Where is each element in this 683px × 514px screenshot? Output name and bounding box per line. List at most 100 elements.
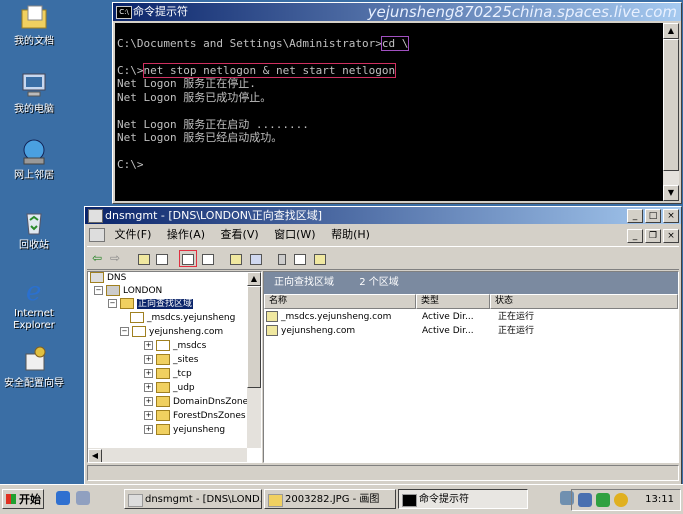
scroll-up-icon[interactable]: ▲ <box>663 23 679 39</box>
child-restore-button[interactable]: ❐ <box>645 229 661 243</box>
taskbar-button-paint[interactable]: 2003282.JPG - 画图 <box>264 489 396 509</box>
vertical-scrollbar[interactable]: ▲ <box>247 272 261 448</box>
tree-node-forward-zones[interactable]: − 正向查找区域 <box>108 298 194 311</box>
tree-node-dns[interactable]: DNS <box>90 272 126 285</box>
tree-node-zone-msdcs[interactable]: _msdcs.yejunsheng <box>130 312 235 325</box>
tree-node-child[interactable]: + _msdcs <box>144 340 206 353</box>
zone-icon <box>156 340 170 351</box>
folder-icon <box>156 368 170 379</box>
scroll-up-icon[interactable]: ▲ <box>247 272 261 286</box>
vertical-scrollbar[interactable]: ▲ ▼ <box>663 23 679 201</box>
taskbar-button-label: 命令提示符 <box>419 494 469 505</box>
menu-view[interactable]: 查看(V) <box>221 228 259 241</box>
tree-node-child[interactable]: + _udp <box>144 382 195 395</box>
expand-icon[interactable]: + <box>144 355 153 364</box>
desktop-icon-internet-explorer[interactable]: e Internet Explorer <box>2 274 66 332</box>
window-titlebar[interactable]: C:\ 命令提示符 yejunsheng870225china.spaces.l… <box>113 3 681 21</box>
menu-file[interactable]: 文件(F) <box>115 228 152 241</box>
console-tree[interactable]: DNS − LONDON − 正向查找区域 _msdcs.yejunsheng − y… <box>87 271 262 463</box>
window-titlebar[interactable]: dnsmgmt - [DNS\LONDON\正向查找区域] _ □ × <box>85 207 681 224</box>
desktop-icon-label: 网上邻居 <box>14 170 54 181</box>
desktop-icon-label: 回收站 <box>19 240 49 251</box>
start-button[interactable]: 开始 <box>2 489 44 509</box>
computer-icon <box>18 70 50 102</box>
show-desktop-icon[interactable] <box>76 491 90 505</box>
security-shield-icon[interactable] <box>614 493 628 507</box>
expand-icon[interactable]: + <box>144 425 153 434</box>
collapse-icon[interactable]: − <box>120 327 129 336</box>
close-button[interactable]: × <box>663 209 679 223</box>
zone-icon <box>130 312 144 323</box>
expand-icon[interactable]: + <box>144 383 153 392</box>
details-pane[interactable]: 正向查找区域 2 个区域 名称 类型 状态 _msdcs.yejunsheng.… <box>263 271 679 463</box>
tree-node-child[interactable]: + _sites <box>144 354 198 367</box>
clock[interactable]: 13:11 <box>645 490 674 510</box>
help-button[interactable] <box>227 250 245 267</box>
desktop-icon-my-documents[interactable]: 我的文档 <box>2 2 66 48</box>
properties-button[interactable] <box>247 250 265 267</box>
table-row[interactable]: _msdcs.yejunsheng.com Active Dir... 正在运行 <box>266 310 534 324</box>
command-prompt-window[interactable]: C:\ 命令提示符 yejunsheng870225china.spaces.l… <box>112 2 682 204</box>
paint-icon <box>268 494 283 507</box>
back-button[interactable]: ⇦ <box>91 250 109 267</box>
network-connection-icon[interactable] <box>578 493 592 507</box>
expand-icon[interactable]: + <box>144 369 153 378</box>
details-count: 2 个区域 <box>359 277 399 288</box>
expand-icon[interactable]: + <box>144 397 153 406</box>
export-list-button[interactable] <box>199 250 217 267</box>
up-one-level-button[interactable] <box>135 250 153 267</box>
volume-icon[interactable] <box>596 493 610 507</box>
scroll-down-icon[interactable]: ▼ <box>663 185 679 201</box>
system-tray: 13:11 <box>571 489 681 511</box>
console-line: Net Logon 服务正在停止. <box>117 77 256 90</box>
column-header-name[interactable]: 名称 <box>264 294 416 309</box>
console-prompt: C:\Documents and Settings\Administrator> <box>117 36 382 50</box>
menu-window[interactable]: 窗口(W) <box>274 228 315 241</box>
child-close-button[interactable]: × <box>663 229 679 243</box>
scroll-thumb[interactable] <box>663 39 679 171</box>
child-minimize-button[interactable]: _ <box>627 229 643 243</box>
minimize-button[interactable]: _ <box>627 209 643 223</box>
expand-icon[interactable]: + <box>144 341 153 350</box>
desktop-icon-network[interactable]: 网上邻居 <box>2 136 66 182</box>
taskbar-button-dnsmgmt[interactable]: dnsmgmt - [DNS\LOND... <box>124 489 262 509</box>
scroll-thumb[interactable] <box>247 286 261 388</box>
dns-manager-window[interactable]: dnsmgmt - [DNS\LONDON\正向查找区域] _ □ × 文件(F… <box>84 206 682 486</box>
dns-icon <box>88 209 103 223</box>
tree-node-child[interactable]: + ForestDnsZones <box>144 410 246 423</box>
show-hide-tree-button[interactable] <box>153 250 171 267</box>
menu-action[interactable]: 操作(A) <box>167 228 205 241</box>
collapse-icon[interactable]: − <box>94 286 103 295</box>
tree-node-child[interactable]: + yejunsheng <box>144 424 225 437</box>
tree-node-child[interactable]: + _tcp <box>144 368 192 381</box>
column-header-status[interactable]: 状态 <box>490 294 678 309</box>
tree-node-child[interactable]: + DomainDnsZones <box>144 396 253 409</box>
forward-button[interactable]: ⇨ <box>109 250 127 267</box>
desktop-icon-security-wizard[interactable]: 安全配置向导 <box>2 344 66 390</box>
tree-node-server[interactable]: − LONDON <box>94 285 162 298</box>
tree-node-zone-yejunsheng[interactable]: − yejunsheng.com <box>120 326 223 339</box>
folder-icon <box>120 298 134 309</box>
record-button[interactable] <box>291 250 309 267</box>
desktop-icon-my-computer[interactable]: 我的电脑 <box>2 70 66 116</box>
taskbar-button-cmd[interactable]: 命令提示符 <box>398 489 528 509</box>
server-button[interactable] <box>273 250 291 267</box>
table-row[interactable]: yejunsheng.com Active Dir... 正在运行 <box>266 324 534 338</box>
horizontal-scrollbar[interactable]: ◀ <box>88 448 247 462</box>
collapse-icon[interactable]: − <box>108 299 117 308</box>
details-title: 正向查找区域 <box>274 277 334 288</box>
internet-explorer-quicklaunch-icon[interactable] <box>56 491 70 505</box>
expand-icon[interactable]: + <box>144 411 153 420</box>
console-output[interactable]: C:\Documents and Settings\Administrator>… <box>115 23 663 201</box>
network-icon <box>18 136 50 168</box>
menu-help[interactable]: 帮助(H) <box>331 228 370 241</box>
scroll-left-icon[interactable]: ◀ <box>88 449 102 462</box>
maximize-button[interactable]: □ <box>645 209 661 223</box>
zone-button[interactable] <box>311 250 329 267</box>
refresh-button[interactable] <box>179 250 197 267</box>
desktop-icon-label: Internet Explorer <box>13 308 55 331</box>
column-header-type[interactable]: 类型 <box>416 294 490 309</box>
desktop-icon-label: 我的电脑 <box>14 104 54 115</box>
column-headers: 名称 类型 状态 <box>264 294 678 309</box>
desktop-icon-recycle-bin[interactable]: 回收站 <box>2 206 66 252</box>
